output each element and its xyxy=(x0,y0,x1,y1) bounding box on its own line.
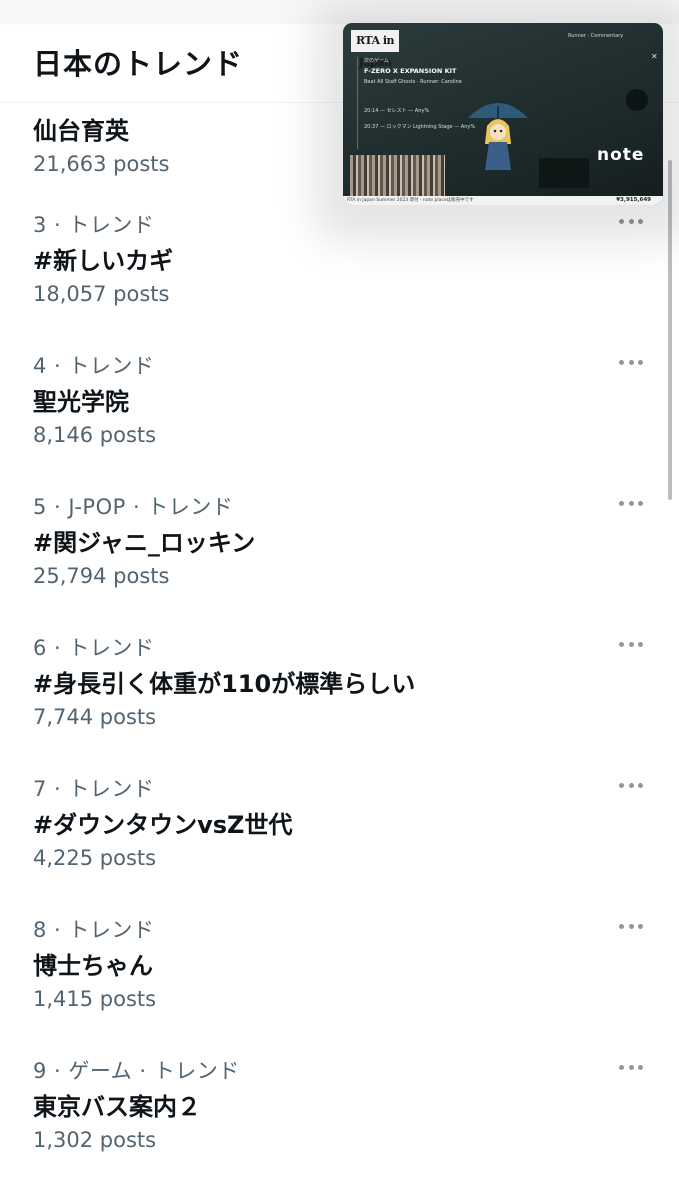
mascot-illustration xyxy=(468,103,528,170)
trend-name: 博士ちゃん xyxy=(33,952,153,980)
trend-name: #ダウンタウンvsZ世代 xyxy=(33,811,293,839)
trend-item[interactable]: 5 · J-POP · トレンド #関ジャニ_ロッキン 25,794 posts xyxy=(0,491,679,632)
donation-ticker: RTA in Japan Summer 2023 寄付 · note place… xyxy=(343,196,663,205)
close-icon[interactable]: ✕ xyxy=(651,53,659,61)
trend-name: 聖光学院 xyxy=(33,388,129,416)
trend-post-count: 7,744 posts xyxy=(33,705,157,729)
trend-name: #身長引く体重が110が標準らしい xyxy=(33,670,416,698)
runner-label: Runner · Commentary xyxy=(568,33,624,39)
trend-item[interactable]: 7 · トレンド #ダウンタウンvsZ世代 4,225 posts xyxy=(0,773,679,914)
trend-post-count: 8,146 posts xyxy=(33,423,157,447)
more-options-icon[interactable] xyxy=(619,781,643,789)
trend-name: #関ジャニ_ロッキン xyxy=(33,529,256,557)
trend-meta: 6 · トレンド xyxy=(33,636,155,660)
current-detail: Beat All Staff Ghosts · Runner: Caroline xyxy=(364,79,462,85)
trend-meta: 8 · トレンド xyxy=(33,918,155,942)
status-strip xyxy=(0,0,679,25)
more-options-icon[interactable] xyxy=(619,1063,643,1071)
more-options-icon[interactable] xyxy=(619,640,643,648)
trend-item[interactable]: 6 · トレンド #身長引く体重が110が標準らしい 7,744 posts xyxy=(0,632,679,773)
trend-item[interactable]: 8 · トレンド 博士ちゃん 1,415 posts xyxy=(0,914,679,1055)
scrollbar[interactable] xyxy=(668,160,672,500)
more-options-icon[interactable] xyxy=(619,499,643,507)
bottom-fade xyxy=(0,1180,679,1200)
lamp-shape xyxy=(626,89,648,111)
trend-post-count: 21,663 posts xyxy=(33,152,170,176)
table-shape xyxy=(539,158,589,188)
trend-post-count: 18,057 posts xyxy=(33,282,170,306)
trend-meta: 7 · トレンド xyxy=(33,777,155,801)
trend-post-count: 25,794 posts xyxy=(33,564,170,588)
trend-meta: 5 · J-POP · トレンド xyxy=(33,495,234,519)
more-options-icon[interactable] xyxy=(619,922,643,930)
trend-item[interactable]: 9 · ゲーム · トレンド 東京バス案内２ 1,302 posts xyxy=(0,1055,679,1196)
trend-item[interactable]: 3 · トレンド #新しいカギ 18,057 posts xyxy=(0,209,679,350)
trend-post-count: 4,225 posts xyxy=(33,846,157,870)
trend-meta: 9 · ゲーム · トレンド xyxy=(33,1059,240,1083)
trend-meta: 3 · トレンド xyxy=(33,213,155,237)
trend-name: 仙台育英 xyxy=(33,117,129,145)
donation-amount: ¥3,915,649 xyxy=(616,197,651,203)
schedule-row: 20:14 — セレスト — Any% xyxy=(364,108,430,114)
note-brand: note xyxy=(597,145,645,165)
schedule-row: 20:37 — ロックマン Lightning Stage — Any% xyxy=(364,124,476,130)
trend-name: #新しいカギ xyxy=(33,247,174,275)
stream-logo: RTA in Japan xyxy=(351,30,399,69)
more-options-icon[interactable] xyxy=(619,217,643,225)
trend-name: 東京バス案内２ xyxy=(33,1093,201,1121)
page-title: 日本のトレンド xyxy=(33,47,244,81)
trend-meta: 4 · トレンド xyxy=(33,354,155,378)
trend-post-count: 1,302 posts xyxy=(33,1128,157,1152)
schedule-heading: 次のゲーム xyxy=(364,58,389,64)
ticker-text: RTA in Japan Summer 2023 寄付 · note place… xyxy=(347,198,474,203)
trend-post-count: 1,415 posts xyxy=(33,987,157,1011)
video-overlay[interactable]: RTA in Japan Runner · Commentary ✕ 次のゲーム… xyxy=(343,23,663,205)
more-options-icon[interactable] xyxy=(619,358,643,366)
trends-page: 仙台育英 21,663 posts 3 · トレンド #新しいカギ 18,057… xyxy=(0,0,679,1200)
current-game: F-ZERO X EXPANSION KIT xyxy=(364,67,457,75)
trend-item[interactable]: 4 · トレンド 聖光学院 8,146 posts xyxy=(0,350,679,491)
